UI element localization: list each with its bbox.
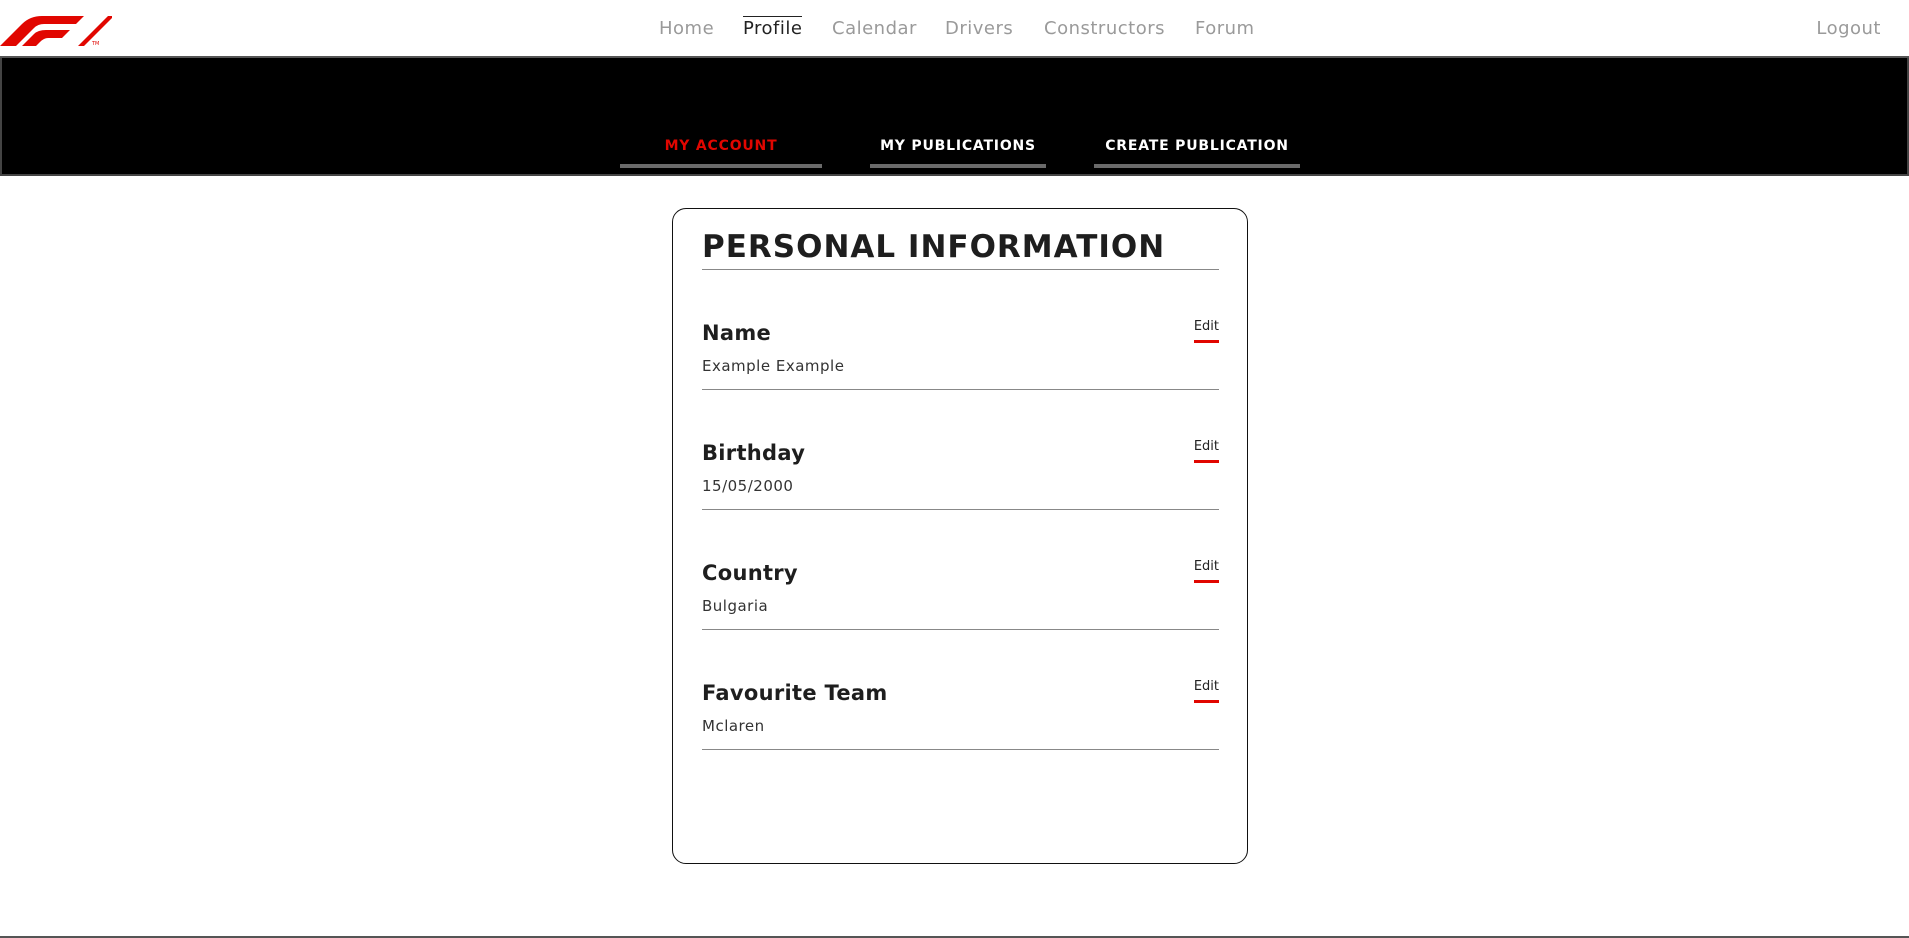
tab-my-publications[interactable]: MY PUBLICATIONS xyxy=(870,136,1046,168)
field-birthday: Birthday 15/05/2000 Edit xyxy=(702,439,1219,541)
logout-link[interactable]: Logout xyxy=(1816,18,1881,39)
tab-create-publication[interactable]: CREATE PUBLICATION xyxy=(1094,136,1300,168)
divider xyxy=(702,629,1219,630)
edit-name-button[interactable]: Edit xyxy=(1193,319,1219,343)
field-label: Name xyxy=(702,321,772,345)
edit-favourite-team-button[interactable]: Edit xyxy=(1193,679,1219,703)
nav-constructors[interactable]: Constructors xyxy=(1044,18,1165,39)
tab-my-account[interactable]: MY ACCOUNT xyxy=(620,136,822,168)
card-title: PERSONAL INFORMATION xyxy=(702,229,1166,265)
field-value: 15/05/2000 xyxy=(702,477,794,495)
field-country: Country Bulgaria Edit xyxy=(702,559,1219,661)
divider xyxy=(702,749,1219,750)
divider xyxy=(702,269,1219,270)
field-favourite-team: Favourite Team Mclaren Edit xyxy=(702,679,1219,781)
divider xyxy=(702,509,1219,510)
personal-information-card: PERSONAL INFORMATION Name Example Exampl… xyxy=(672,208,1248,864)
nav-profile[interactable]: Profile xyxy=(743,16,803,39)
nav-forum[interactable]: Forum xyxy=(1195,18,1255,39)
field-value: Mclaren xyxy=(702,717,765,735)
field-value: Example Example xyxy=(702,357,845,375)
nav-calendar[interactable]: Calendar xyxy=(832,18,917,39)
field-name: Name Example Example Edit xyxy=(702,319,1219,421)
edit-birthday-button[interactable]: Edit xyxy=(1193,439,1219,463)
top-navbar: TM Home Profile Calendar Drivers Constru… xyxy=(0,0,1909,58)
divider xyxy=(702,389,1219,390)
nav-drivers[interactable]: Drivers xyxy=(945,18,1013,39)
field-value: Bulgaria xyxy=(702,597,769,615)
field-label: Country xyxy=(702,561,798,585)
field-label: Favourite Team xyxy=(702,681,888,705)
nav-home[interactable]: Home xyxy=(659,18,714,39)
field-label: Birthday xyxy=(702,441,806,465)
main-nav: Home Profile Calendar Drivers Constructo… xyxy=(0,0,1909,58)
edit-country-button[interactable]: Edit xyxy=(1193,559,1219,583)
